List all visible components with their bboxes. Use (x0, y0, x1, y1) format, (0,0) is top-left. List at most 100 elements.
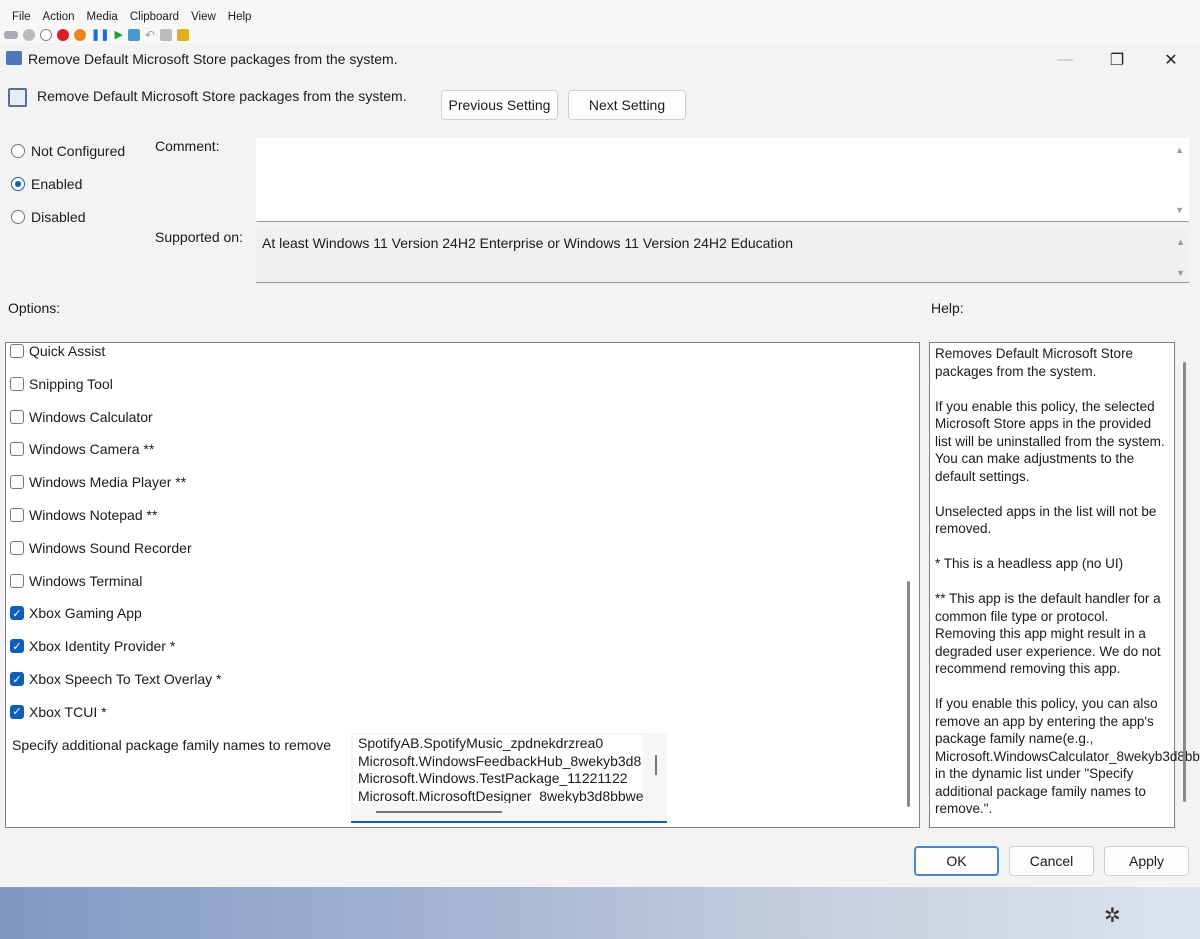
ctrl-alt-del-icon[interactable] (4, 30, 18, 39)
app-label: Xbox Speech To Text Overlay * (29, 671, 222, 687)
radio-enabled[interactable]: Enabled (11, 176, 82, 192)
app-checkbox-item[interactable]: Snipping Tool (10, 376, 113, 392)
stop-icon[interactable] (40, 28, 52, 41)
toolbar: ❚❚ ▶ ↶ (0, 26, 1200, 43)
supported-box: At least Windows 11 Version 24H2 Enterpr… (256, 229, 1189, 283)
checkbox[interactable] (10, 573, 24, 588)
scroll-down-icon[interactable]: ▼ (1176, 268, 1185, 278)
revert-icon[interactable]: ↶ (145, 28, 155, 42)
app-label: Xbox Identity Provider * (29, 638, 176, 655)
apply-button[interactable]: Apply (1104, 846, 1189, 876)
app-checkbox-item[interactable]: ✓ Xbox Identity Provider * (10, 638, 175, 654)
resume-icon[interactable]: ▶ (114, 28, 122, 41)
additional-packages-label: Specify additional package family names … (12, 737, 332, 753)
pause-icon[interactable]: ❚❚ (91, 28, 109, 41)
next-setting-button[interactable]: Next Setting (568, 90, 686, 120)
start-icon[interactable] (23, 28, 35, 41)
title-bar: Remove Default Microsoft Store packages … (0, 43, 1200, 75)
menu-bar: File Action Media Clipboard View Help (0, 0, 1200, 26)
app-checkbox-item[interactable]: Quick Assist (10, 343, 105, 359)
radio-label: Disabled (31, 209, 86, 225)
radio-circle[interactable] (11, 144, 25, 158)
restore-button[interactable]: ❐ (1094, 47, 1140, 73)
menu-media[interactable]: Media (81, 11, 124, 26)
close-button[interactable]: ✕ (1148, 47, 1194, 73)
checkbox[interactable] (10, 376, 24, 391)
app-checkbox-item[interactable]: Windows Camera ** (10, 441, 154, 457)
package-entry[interactable]: SpotifyAB.SpotifyMusic_zpdnekdrzrea0 (358, 735, 643, 753)
app-checkbox-item[interactable]: Windows Notepad ** (10, 507, 157, 523)
app-label: Windows Sound Recorder (29, 539, 192, 556)
checkbox[interactable]: ✓ (10, 606, 24, 621)
list-vertical-scrollbar[interactable] (655, 755, 657, 775)
help-scrollbar[interactable] (1183, 362, 1186, 802)
policy-icon (8, 88, 27, 107)
app-checkbox-item[interactable]: Windows Media Player ** (10, 474, 186, 490)
previous-setting-button[interactable]: Previous Setting (441, 90, 558, 120)
accessibility-icon[interactable]: ✲ (1104, 903, 1121, 928)
checkbox[interactable] (10, 475, 24, 490)
app-checkbox-item[interactable]: Windows Sound Recorder (10, 540, 192, 556)
help-paragraph: ** This app is the default handler for a… (935, 591, 1161, 676)
checkpoint-icon[interactable] (127, 28, 140, 41)
app-label: Xbox TCUI * (29, 703, 107, 720)
package-entry[interactable]: Microsoft.Windows.TestPackage_11221122 (358, 770, 643, 788)
scroll-up-icon[interactable]: ▲ (1176, 237, 1185, 247)
checkbox[interactable] (10, 344, 24, 358)
app-checkbox-item[interactable]: Windows Calculator (10, 409, 153, 425)
menu-help[interactable]: Help (222, 11, 258, 26)
supported-label: Supported on: (155, 229, 243, 245)
checkbox[interactable] (10, 540, 24, 555)
app-checkbox-item[interactable]: ✓ Xbox TCUI * (10, 704, 107, 720)
app-checkbox-item[interactable]: Windows Terminal (10, 573, 142, 589)
help-paragraph: If you enable this policy, the selected … (935, 398, 1165, 484)
power-icon[interactable] (74, 28, 86, 41)
window-title: Remove Default Microsoft Store packages … (28, 51, 398, 67)
options-label: Options: (8, 300, 61, 316)
checkbox[interactable]: ✓ (10, 639, 24, 654)
help-paragraph: Unselected apps in the list will not be … (935, 503, 1157, 537)
app-checkbox-item[interactable]: ✓ Xbox Speech To Text Overlay * (10, 671, 221, 687)
checkbox[interactable] (10, 409, 24, 424)
app-label: Windows Notepad ** (29, 507, 158, 523)
scroll-up-icon[interactable]: ▲ (1175, 145, 1184, 155)
supported-value: At least Windows 11 Version 24H2 Enterpr… (262, 235, 793, 251)
app-label: Snipping Tool (29, 375, 113, 392)
desktop-background: ✲ (0, 887, 1200, 939)
list-horizontal-scrollbar[interactable] (376, 811, 502, 813)
help-paragraph: If you enable this policy, you can also … (935, 696, 1200, 816)
scroll-down-icon[interactable]: ▼ (1175, 205, 1184, 215)
menu-action[interactable]: Action (37, 11, 81, 26)
package-entry[interactable]: Microsoft.WindowsFeedbackHub_8wekyb3d8 (358, 753, 643, 771)
radio-circle[interactable] (11, 177, 25, 191)
help-paragraph: Removes Default Microsoft Store packages… (935, 346, 1134, 379)
checkbox[interactable]: ✓ (10, 704, 24, 719)
app-checkbox-item[interactable]: ✓ Xbox Gaming App (10, 605, 142, 621)
help-paragraph: * This is a headless app (no UI) (935, 556, 1124, 571)
share-icon[interactable] (176, 28, 189, 41)
help-label: Help: (931, 300, 964, 316)
checkbox[interactable] (10, 442, 24, 457)
shutdown-icon[interactable] (57, 28, 69, 41)
package-entry[interactable]: Microsoft.MicrosoftDesigner_8wekyb3d8bbw… (358, 788, 643, 804)
cancel-button[interactable]: Cancel (1009, 846, 1094, 876)
help-panel: Removes Default Microsoft Store packages… (929, 342, 1200, 828)
ok-button[interactable]: OK (914, 846, 999, 876)
options-scrollbar[interactable] (907, 581, 910, 807)
menu-view[interactable]: View (185, 11, 222, 26)
setting-name: Remove Default Microsoft Store packages … (37, 88, 407, 104)
radio-disabled[interactable]: Disabled (11, 209, 85, 225)
comment-textarea[interactable]: ▲ ▼ (256, 138, 1189, 222)
menu-file[interactable]: File (6, 11, 37, 26)
radio-circle[interactable] (11, 210, 25, 224)
menu-clipboard[interactable]: Clipboard (124, 11, 185, 26)
app-label: Windows Media Player ** (29, 474, 187, 491)
radio-not-configured[interactable]: Not Configured (11, 143, 125, 159)
minimize-button[interactable]: — (1042, 47, 1088, 73)
additional-packages-list[interactable]: SpotifyAB.SpotifyMusic_zpdnekdrzrea0 Mic… (351, 733, 667, 823)
checkbox[interactable] (10, 508, 24, 522)
comment-label: Comment: (155, 138, 220, 154)
enhanced-session-icon[interactable] (159, 28, 172, 41)
app-label: Xbox Gaming App (29, 605, 142, 622)
checkbox[interactable]: ✓ (10, 672, 24, 686)
